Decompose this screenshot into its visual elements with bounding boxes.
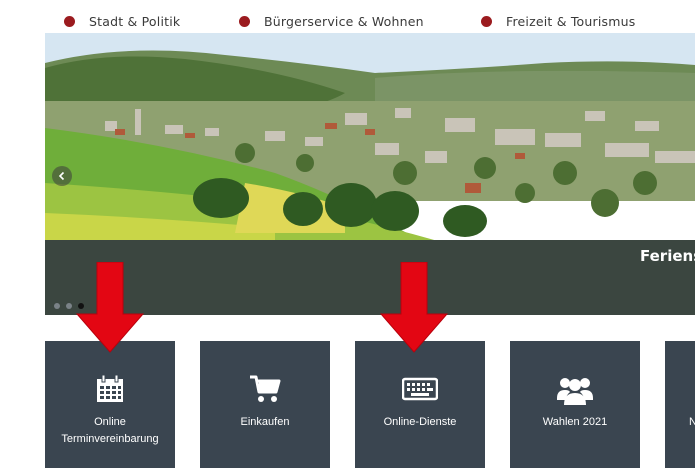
tile-label: N — [689, 416, 695, 428]
slider-dot[interactable] — [54, 303, 60, 309]
tile-label: Online Terminvereinbarung — [61, 416, 159, 445]
nav-bullet-icon — [481, 16, 492, 27]
nav-item-freizeit[interactable]: Freizeit & Tourismus — [481, 14, 635, 29]
nav-bullet-icon — [239, 16, 250, 27]
tile-label: Online-Dienste — [383, 416, 457, 428]
nav-item-buergerservice[interactable]: Bürgerservice & Wohnen — [239, 14, 424, 29]
annotation-arrow-icon — [379, 262, 449, 353]
group-icon — [557, 378, 593, 405]
keyboard-icon — [402, 377, 438, 401]
tile-online-terminvereinbarung[interactable]: Online Terminvereinbarung — [45, 341, 175, 468]
slider-prev-button[interactable] — [52, 166, 72, 186]
tile-label: Wahlen 2021 — [542, 416, 608, 428]
tile-wahlen-2021[interactable]: Wahlen 2021 — [510, 341, 640, 468]
nav-item-stadt-politik[interactable]: Stadt & Politik — [64, 14, 180, 29]
nav-item-label: Stadt & Politik — [89, 14, 181, 29]
tile-online-dienste[interactable]: Online-Dienste — [355, 341, 485, 468]
nav-item-label: Freizeit & Tourismus — [506, 14, 636, 29]
nav-item-label: Bürgerservice & Wohnen — [264, 14, 424, 29]
tile-einkaufen[interactable]: Einkaufen — [200, 341, 330, 468]
slide-caption[interactable]: Feriens — [640, 247, 695, 265]
shopping-cart-icon — [250, 375, 281, 402]
chevron-left-icon — [58, 171, 65, 181]
slider-dot[interactable] — [66, 303, 72, 309]
nav-bullet-icon — [64, 16, 75, 27]
tile-label: Einkaufen — [240, 416, 290, 428]
annotation-arrow-icon — [75, 262, 145, 353]
calendar-icon — [97, 374, 123, 402]
tile-partial[interactable]: N — [665, 341, 695, 468]
